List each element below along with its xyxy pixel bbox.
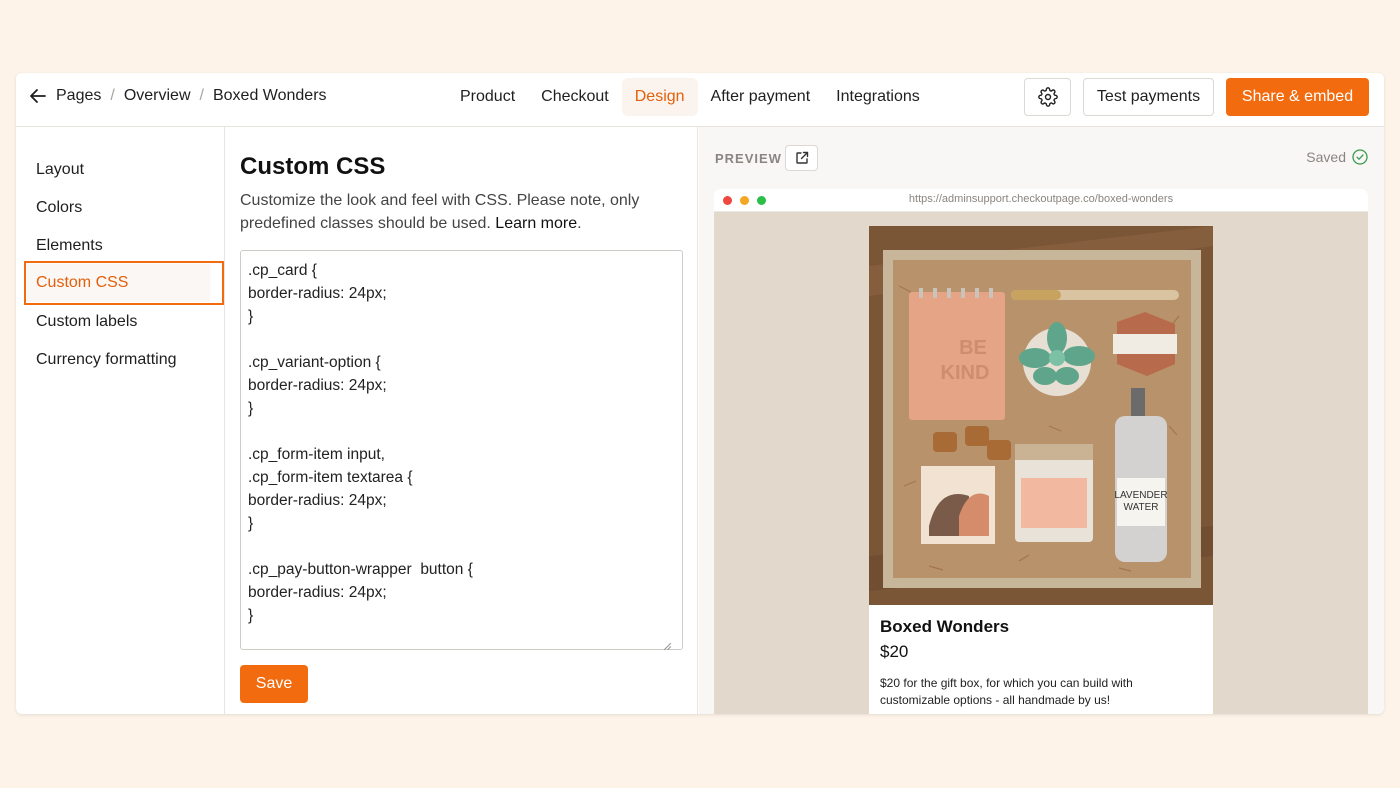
save-status-label: Saved [1306, 149, 1346, 165]
design-sidebar: Layout Colors Elements Custom CSS Custom… [16, 127, 225, 714]
back-arrow-icon[interactable] [28, 86, 48, 106]
test-payments-button[interactable]: Test payments [1083, 78, 1214, 116]
breadcrumb: Pages / Overview / Boxed Wonders [28, 73, 327, 119]
browser-bar: https://adminsupport.checkoutpage.co/box… [714, 189, 1368, 212]
breadcrumb-separator: / [110, 87, 115, 104]
product-photo: BE KIND LAVENDER WATER [869, 226, 1213, 605]
gear-icon [1037, 87, 1058, 107]
description-period: . [577, 215, 582, 232]
browser-preview: https://adminsupport.checkoutpage.co/box… [714, 189, 1368, 714]
preview-panel: PREVIEW Saved https://adminsupport.check… [699, 127, 1384, 714]
product-description: $20 for the gift box, for which you can … [880, 676, 1133, 707]
tab-checkout[interactable]: Checkout [528, 78, 622, 116]
product-price: $20 [880, 642, 909, 661]
breadcrumb-pages[interactable]: Pages [56, 87, 101, 105]
external-link-icon [795, 151, 808, 164]
sidebar-item-layout[interactable]: Layout [36, 161, 84, 179]
save-status: Saved [1306, 149, 1368, 165]
sidebar-item-elements[interactable]: Elements [36, 237, 103, 255]
resize-handle-icon[interactable] [663, 642, 672, 651]
svg-text:KIND: KIND [941, 362, 990, 384]
sidebar-item-custom-labels[interactable]: Custom labels [36, 313, 137, 331]
tab-design[interactable]: Design [621, 78, 698, 116]
tab-after-payment[interactable]: After payment [698, 78, 824, 116]
editor-description: Customize the look and feel with CSS. Pl… [240, 189, 680, 235]
check-circle-icon [1352, 149, 1368, 165]
sidebar-item-currency-formatting[interactable]: Currency formatting [36, 351, 177, 369]
open-preview-button[interactable] [785, 145, 818, 171]
css-code-textarea[interactable]: .cp_card { border-radius: 24px; } .cp_va… [240, 250, 683, 650]
settings-button[interactable] [1024, 78, 1071, 116]
learn-more-link[interactable]: Learn more [495, 215, 577, 232]
svg-text:WATER: WATER [1124, 502, 1159, 513]
breadcrumb-separator: / [199, 87, 204, 104]
save-button[interactable]: Save [240, 665, 308, 703]
sidebar-item-label: Custom CSS [36, 274, 129, 291]
sidebar-item-custom-css[interactable]: Custom CSS [24, 261, 224, 305]
share-embed-button[interactable]: Share & embed [1226, 78, 1369, 116]
sidebar-item-colors[interactable]: Colors [36, 199, 82, 217]
bottle-label: LAVENDER [1114, 490, 1167, 501]
preview-label: PREVIEW [715, 151, 782, 166]
product-card: BE KIND LAVENDER WATER Boxed Wonders $20… [869, 226, 1213, 714]
app-window: Pages / Overview / Boxed Wonders Product… [16, 73, 1384, 714]
notepad-print: BE [959, 337, 987, 359]
page-title: Custom CSS [240, 153, 386, 180]
main-tabs: Product Checkout Design After payment In… [447, 78, 933, 116]
css-editor-panel: Custom CSS Customize the look and feel w… [226, 127, 698, 714]
tab-integrations[interactable]: Integrations [823, 78, 933, 116]
product-name: Boxed Wonders [880, 617, 1010, 636]
top-bar: Pages / Overview / Boxed Wonders Product… [16, 73, 1384, 127]
breadcrumb-current-page: Boxed Wonders [212, 87, 327, 104]
breadcrumb-overview[interactable]: Overview [124, 87, 191, 105]
tab-product[interactable]: Product [447, 78, 528, 116]
preview-url: https://adminsupport.checkoutpage.co/box… [908, 193, 1174, 205]
